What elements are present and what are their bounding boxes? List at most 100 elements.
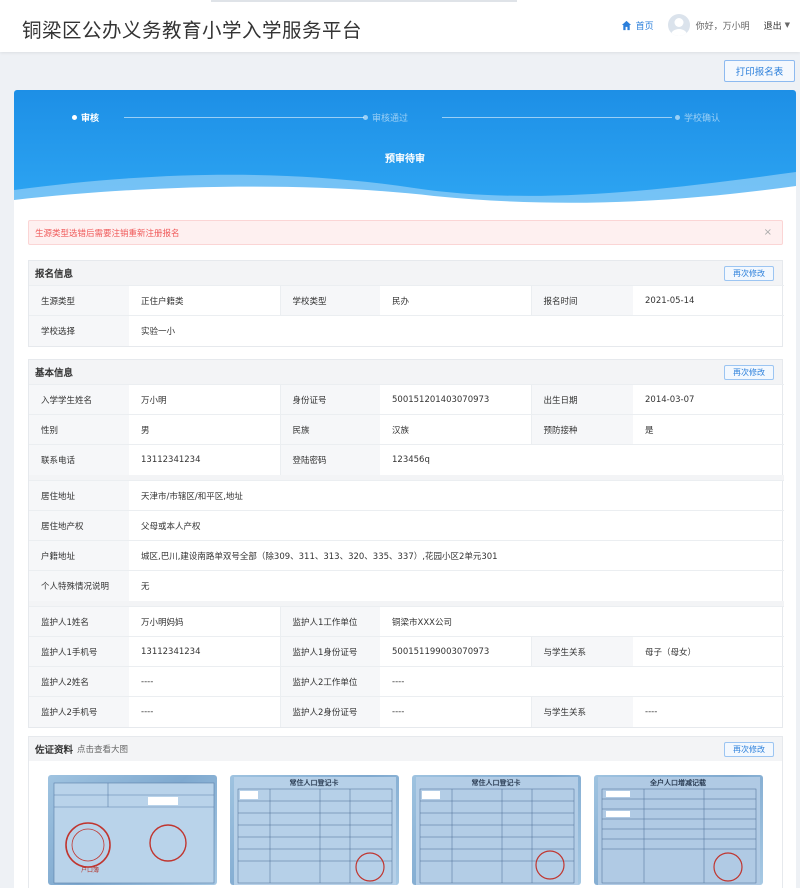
evidence-hint: 点击查看大图 <box>77 745 129 755</box>
top-bar: 铜梁区公办义务教育小学入学服务平台 首页 你好，万小明 退出 ▼ <box>0 0 800 52</box>
avatar[interactable] <box>667 14 690 36</box>
section-title-text: 报名信息 <box>35 269 74 280</box>
field-value: 2021-05-14 <box>633 285 784 316</box>
logout-label: 退出 <box>763 21 782 32</box>
progress-steps: 审核 审核通过 学校确认 <box>14 111 796 125</box>
section-title-text: 基本信息 <box>35 368 74 379</box>
field-label: 监护人2工作单位 <box>279 666 380 697</box>
step-connector <box>442 117 672 118</box>
field-label: 生源类型 <box>29 285 129 316</box>
document-scan-icon: 户口簿 <box>53 782 215 884</box>
warning-alert: 生源类型选错后需要注销重新注册报名 × <box>28 220 783 245</box>
field-value: 无 <box>129 570 784 601</box>
document-title: 全户人口增减记载 <box>649 778 706 787</box>
field-value: ---- <box>380 696 531 727</box>
user-avatar-icon <box>670 18 687 36</box>
table-row: 居住地址 天津市/市辖区/和平区,地址 <box>29 480 784 511</box>
field-label: 登陆密码 <box>279 444 380 475</box>
home-link[interactable]: 首页 <box>621 19 654 32</box>
evidence-photo[interactable]: 全户人口增减记载 <box>594 775 763 885</box>
edit-registration-button[interactable]: 再次修改 <box>724 266 774 281</box>
top-tab-indicator <box>211 0 517 2</box>
logout-menu[interactable]: 退出 ▼ <box>764 19 790 32</box>
field-label: 监护人2身份证号 <box>279 696 380 727</box>
table-row: 联系电话 13112341234 登陆密码 123456q <box>29 444 784 475</box>
field-value: 实验一小 <box>129 315 784 346</box>
field-value: ---- <box>129 696 280 727</box>
home-icon <box>621 20 631 30</box>
banner-wave <box>14 172 796 210</box>
table-row: 监护人2手机号 ---- 监护人2身份证号 ---- 与学生关系 ---- <box>29 696 784 727</box>
field-value: 万小明妈妈 <box>129 606 280 637</box>
field-label: 学校类型 <box>279 285 380 316</box>
field-label: 入学学生姓名 <box>29 384 129 415</box>
document-title: 常住人口登记卡 <box>472 778 521 787</box>
edit-evidence-button[interactable]: 再次修改 <box>724 742 774 757</box>
print-form-button[interactable]: 打印报名表 <box>724 60 795 82</box>
section-title: 报名信息 再次修改 <box>29 261 782 285</box>
table-row: 学校选择 实验一小 <box>29 315 784 346</box>
field-label: 监护人1工作单位 <box>279 606 380 637</box>
step-review-passed: 审核通过 <box>363 111 408 124</box>
field-value: 是 <box>633 414 784 445</box>
field-label: 监护人2手机号 <box>29 696 129 727</box>
field-value: ---- <box>633 696 784 727</box>
table-row: 监护人2姓名 ---- 监护人2工作单位 ---- <box>29 666 784 697</box>
section-title: 基本信息 再次修改 <box>29 360 782 384</box>
document-title: 户口簿 <box>81 866 99 874</box>
field-value: 2014-03-07 <box>633 384 784 415</box>
field-label: 监护人2姓名 <box>29 666 129 697</box>
alert-message: 生源类型选错后需要注销重新注册报名 <box>35 228 180 239</box>
document-scan-icon: 常住人口登记卡 <box>416 777 578 885</box>
evidence-section: 佐证资料 点击查看大图 再次修改 户口簿 常住人口登记卡 常住人口登记卡 全户人… <box>28 736 783 888</box>
field-value: 父母或本人产权 <box>129 510 784 541</box>
field-value: 正住户籍类 <box>129 285 280 316</box>
field-label: 民族 <box>279 414 380 445</box>
field-label: 与学生关系 <box>530 636 633 667</box>
field-label: 联系电话 <box>29 444 129 475</box>
document-title: 常住人口登记卡 <box>290 778 339 787</box>
field-label: 预防接种 <box>530 414 633 445</box>
evidence-photo[interactable]: 常住人口登记卡 <box>230 775 399 885</box>
field-value: 男 <box>129 414 280 445</box>
table-row: 监护人1姓名 万小明妈妈 监护人1工作单位 铜梁市XXX公司 <box>29 606 784 637</box>
evidence-photo[interactable]: 常住人口登记卡 <box>412 775 581 885</box>
document-scan-icon: 常住人口登记卡 <box>234 777 396 885</box>
field-value: 123456q <box>380 444 784 475</box>
step-dot-icon <box>363 115 368 120</box>
field-label: 监护人1手机号 <box>29 636 129 667</box>
field-label: 报名时间 <box>530 285 633 316</box>
field-value: 500151199003070973 <box>380 636 531 667</box>
field-label: 与学生关系 <box>530 696 633 727</box>
field-value: 城区,巴川,建设南路单双号全部（除309、311、313、320、335、337… <box>129 540 784 571</box>
close-icon[interactable]: × <box>764 227 772 238</box>
field-value: 13112341234 <box>129 636 280 667</box>
field-value: 万小明 <box>129 384 280 415</box>
field-value: 铜梁市XXX公司 <box>380 606 784 637</box>
field-value: 天津市/市辖区/和平区,地址 <box>129 480 784 511</box>
field-value: 汉族 <box>380 414 531 445</box>
evidence-photo[interactable]: 户口簿 <box>48 775 217 885</box>
table-row: 个人特殊情况说明 无 <box>29 570 784 601</box>
table-row: 性别 男 民族 汉族 预防接种 是 <box>29 414 784 445</box>
section-title-text: 佐证资料 <box>35 745 74 756</box>
user-greeting: 你好，万小明 <box>695 21 750 32</box>
application-card: 审核 审核通过 学校确认 预审待审 生源类型选错后需要注销重新注册报名 × 报名… <box>14 90 796 888</box>
edit-basic-info-button[interactable]: 再次修改 <box>724 365 774 380</box>
field-value: 民办 <box>380 285 531 316</box>
step-label: 审核通过 <box>372 114 409 124</box>
home-link-label: 首页 <box>635 21 654 32</box>
field-value: 13112341234 <box>129 444 280 475</box>
field-label: 监护人1身份证号 <box>279 636 380 667</box>
table-row: 生源类型 正住户籍类 学校类型 民办 报名时间 2021-05-14 <box>29 285 784 316</box>
step-label: 审核 <box>81 114 100 124</box>
field-label: 居住地址 <box>29 480 129 511</box>
step-dot-icon <box>675 115 680 120</box>
progress-banner: 审核 审核通过 学校确认 预审待审 <box>14 90 796 210</box>
step-dot-icon <box>72 115 77 120</box>
field-value: ---- <box>380 666 784 697</box>
section-title: 佐证资料 点击查看大图 再次修改 <box>29 737 782 761</box>
document-scan-icon: 全户人口增减记载 <box>598 777 760 885</box>
step-label: 学校确认 <box>684 114 721 124</box>
field-label: 个人特殊情况说明 <box>29 570 129 601</box>
